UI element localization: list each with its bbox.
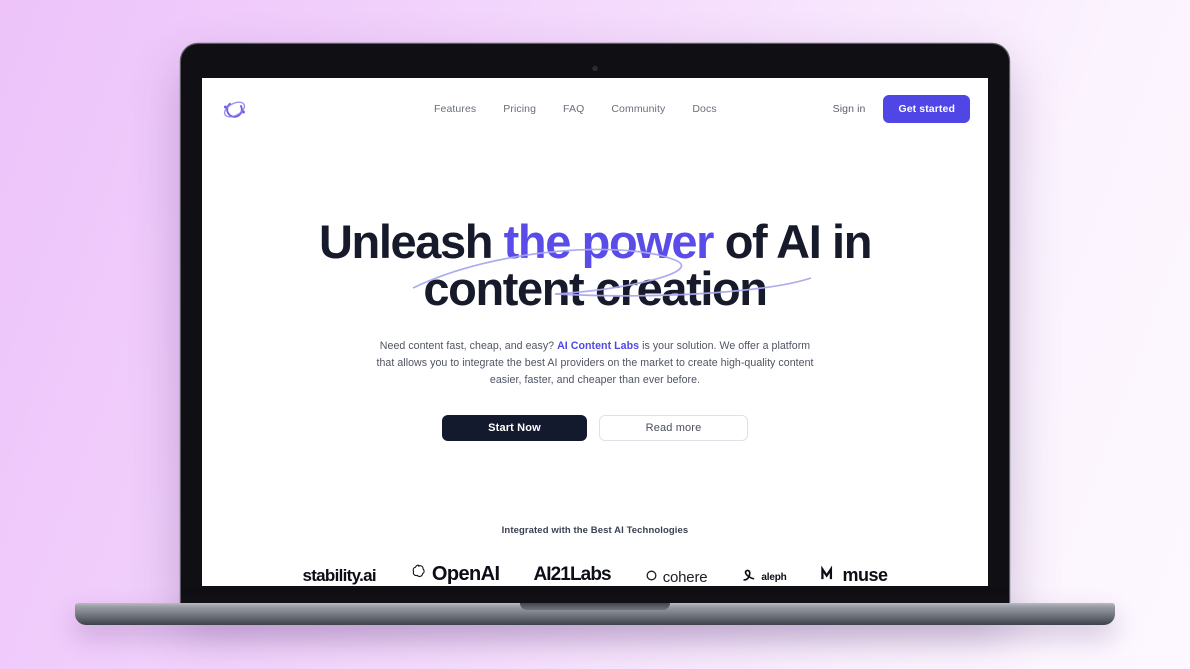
partners-section: Integrated with the Best AI Technologies… (202, 525, 988, 586)
partners-title: Integrated with the Best AI Technologies (501, 525, 689, 536)
site-header: Features Pricing FAQ Community Docs Sign… (202, 78, 988, 140)
partner-logo-cohere: cohere (645, 569, 708, 586)
nav-item-docs[interactable]: Docs (692, 103, 716, 115)
laptop-top-bezel (181, 44, 1009, 78)
main-navigation: Features Pricing FAQ Community Docs (434, 78, 717, 140)
partner-logo-openai: OpenAI (410, 563, 500, 586)
nav-item-pricing[interactable]: Pricing (503, 103, 536, 115)
partners-logo-row: stability.ai OpenAI AI21Labs cohere alep… (202, 556, 988, 586)
headline-text-plain-2: of AI in (713, 215, 873, 268)
subtitle-text-a: Need content fast, cheap, and easy? (379, 340, 558, 352)
header-actions: Sign in Get started (833, 78, 970, 140)
laptop-lid: Features Pricing FAQ Community Docs Sign… (181, 44, 1009, 607)
openai-swirl-icon (410, 563, 427, 586)
subtitle-text-b: is your solution. We offer (639, 340, 760, 352)
headline-text-accent: the power (503, 215, 715, 268)
hero-subtitle: Need content fast, cheap, and easy? AI C… (202, 338, 988, 389)
nav-item-faq[interactable]: FAQ (563, 103, 584, 115)
browser-viewport: Features Pricing FAQ Community Docs Sign… (202, 78, 988, 586)
cohere-mark-icon (645, 569, 658, 586)
partner-logo-muse: muse (820, 565, 889, 586)
nav-item-community[interactable]: Community (611, 103, 665, 115)
headline-line-2: content creation (423, 262, 768, 315)
brand-logo-icon[interactable] (222, 97, 247, 122)
partner-label-aleph: aleph (761, 571, 787, 583)
laptop-mockup: Features Pricing FAQ Community Docs Sign… (0, 0, 1190, 669)
muse-m-icon (820, 565, 838, 586)
partner-label-stability: stability.ai (302, 566, 376, 585)
aleph-alpha-icon (741, 568, 756, 586)
subtitle-brand-link[interactable]: AI Content Labs (557, 340, 639, 352)
partner-label-ai21labs: AI21Labs (533, 564, 611, 585)
read-more-button[interactable]: Read more (599, 415, 748, 442)
hero-section: Unleash the power of AI in content creat… (202, 218, 988, 442)
hero-cta-group: Start Now Read more (202, 415, 988, 442)
headline-line-1: Unleash the power of AI in (318, 215, 873, 268)
sign-in-link[interactable]: Sign in (833, 103, 866, 115)
headline-text-plain-1: Unleash (318, 215, 504, 268)
partner-logo-aleph: aleph (741, 568, 787, 586)
start-now-button[interactable]: Start Now (442, 415, 587, 442)
partner-label-openai: OpenAI (431, 563, 500, 585)
partner-label-muse: muse (842, 565, 889, 585)
laptop-base (75, 603, 1115, 625)
partner-logo-ai21labs: AI21Labs (533, 564, 611, 586)
nav-item-features[interactable]: Features (434, 103, 476, 115)
partner-logo-stability: stability.ai (302, 566, 376, 586)
page-title: Unleash the power of AI in content creat… (202, 218, 988, 312)
partner-label-cohere: cohere (662, 569, 708, 586)
get-started-button[interactable]: Get started (883, 95, 970, 123)
webcam-icon (592, 66, 598, 71)
